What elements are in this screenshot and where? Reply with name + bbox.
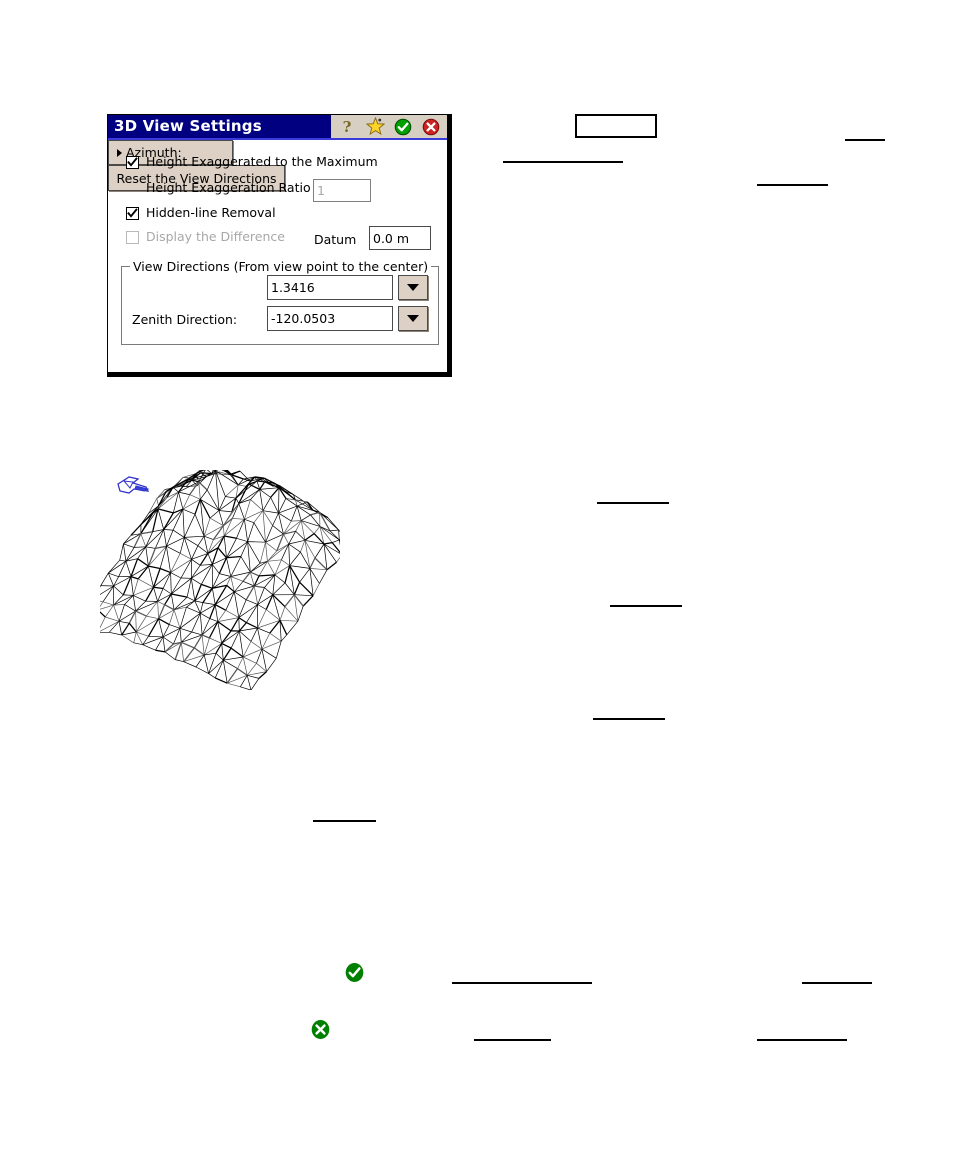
zenith-dropdown-button[interactable]: [398, 306, 428, 331]
checkbox-height-exaggerated[interactable]: [126, 155, 139, 169]
close-icon[interactable]: [417, 116, 445, 138]
redaction-rule: [757, 184, 828, 186]
redaction-rule: [610, 605, 682, 607]
svg-text:?: ?: [343, 118, 352, 135]
checkbox-display-difference: [126, 230, 139, 244]
azimuth-input[interactable]: [267, 275, 393, 300]
titlebar-button-group: ?: [330, 115, 447, 138]
north-arrow-symbol: [117, 476, 150, 494]
redaction-rule: [757, 1039, 847, 1041]
dialog-body: Height Exaggerated to the Maximum Height…: [108, 140, 447, 372]
help-icon[interactable]: ?: [333, 116, 361, 138]
checkbox-row-display-difference: Display the Difference: [126, 230, 285, 244]
redaction-rule: [845, 139, 885, 141]
checkbox-label-height-exaggerated: Height Exaggerated to the Maximum: [146, 154, 378, 169]
checkbox-row-hidden-line-removal[interactable]: Hidden-line Removal: [126, 206, 276, 220]
redaction-rule: [474, 1039, 551, 1041]
height-exaggeration-ratio-label: Height Exaggeration Ratio: [146, 180, 311, 195]
redaction-rule: [802, 982, 872, 984]
green-x-icon[interactable]: [310, 1019, 331, 1040]
datum-input[interactable]: [369, 226, 431, 250]
redaction-rule: [503, 161, 623, 163]
zenith-direction-input[interactable]: [267, 306, 393, 331]
azimuth-dropdown-button[interactable]: [398, 275, 428, 300]
green-check-icon[interactable]: [344, 962, 365, 983]
height-exaggeration-ratio-input[interactable]: [313, 179, 371, 202]
zenith-direction-label: Zenith Direction:: [132, 312, 238, 327]
chevron-down-icon: [407, 315, 419, 322]
redaction-rule: [452, 982, 592, 984]
3d-view-settings-dialog: 3D View Settings ? Height Exaggerated to…: [107, 114, 452, 377]
height-exaggeration-ratio-row: Height Exaggeration Ratio: [146, 181, 319, 195]
star-icon[interactable]: [361, 116, 389, 138]
checkbox-label-hidden-line-removal: Hidden-line Removal: [146, 205, 276, 220]
chevron-down-icon: [407, 284, 419, 291]
redaction-rule: [313, 820, 376, 822]
wireframe-triangles: [100, 470, 340, 690]
checkbox-hidden-line-removal[interactable]: [126, 206, 139, 220]
checkbox-label-display-difference: Display the Difference: [146, 229, 285, 244]
redaction-rule: [597, 502, 669, 504]
redaction-rule: [593, 718, 665, 720]
datum-label: Datum: [314, 232, 357, 247]
dialog-titlebar: 3D View Settings ?: [108, 115, 447, 140]
redacted-text-box: [575, 114, 657, 138]
ok-icon[interactable]: [389, 116, 417, 138]
view-directions-group-title: View Directions (From view point to the …: [130, 259, 432, 274]
triangle-right-icon: [117, 148, 122, 157]
checkbox-row-height-exaggerated[interactable]: Height Exaggerated to the Maximum: [126, 155, 378, 169]
3d-terrain-wireframe: [100, 470, 340, 690]
dialog-title: 3D View Settings: [114, 117, 262, 135]
